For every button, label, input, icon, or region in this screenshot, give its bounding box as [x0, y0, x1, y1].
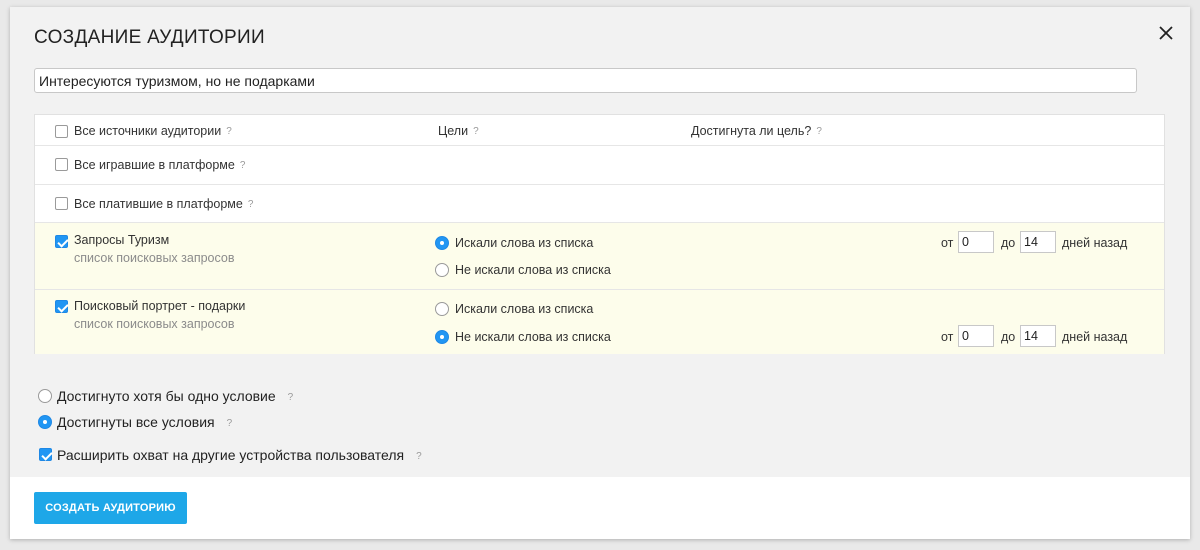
create-audience-dialog: СОЗДАНИЕ АУДИТОРИИ Все источники аудитор…: [10, 7, 1190, 539]
help-icon[interactable]: ?: [227, 418, 233, 429]
gifts-not-searched-label: Не искали слова из списка: [455, 330, 611, 344]
help-icon[interactable]: ?: [473, 126, 479, 137]
gifts-portrait-label: Поисковый портрет - подарки: [74, 299, 246, 313]
table-row: Поисковый портрет - подарки список поиск…: [35, 290, 1164, 354]
all-sources-label: Все источники аудитории?: [74, 124, 232, 138]
all-paid-label: Все платившие в платформе?: [74, 197, 254, 211]
any-condition-label: Достигнуто хотя бы одно условие?: [57, 388, 294, 404]
help-icon[interactable]: ?: [240, 160, 246, 171]
gifts-searched-label: Искали слова из списка: [455, 302, 594, 316]
expand-devices-label: Расширить охват на другие устройства пол…: [57, 447, 422, 463]
gifts-not-searched-radio[interactable]: [435, 330, 449, 344]
help-icon[interactable]: ?: [226, 126, 232, 137]
tourism-searched-label: Искали слова из списка: [455, 236, 594, 250]
from-label: от: [941, 236, 954, 250]
close-icon[interactable]: [1156, 23, 1176, 43]
tourism-queries-sublabel: список поисковых запросов: [74, 251, 235, 265]
tourism-from-input[interactable]: [958, 231, 994, 253]
tourism-to-input[interactable]: [1020, 231, 1056, 253]
tourism-not-searched-label: Не искали слова из списка: [455, 263, 611, 277]
tourism-searched-radio[interactable]: [435, 236, 449, 250]
gifts-portrait-sublabel: список поисковых запросов: [74, 317, 235, 331]
help-icon[interactable]: ?: [288, 392, 294, 403]
tourism-queries-label: Запросы Туризм: [74, 233, 170, 247]
create-audience-button[interactable]: СОЗДАТЬ АУДИТОРИЮ: [34, 492, 187, 524]
goals-header: Цели?: [438, 124, 479, 138]
to-label: до: [1001, 236, 1016, 250]
audience-name-input[interactable]: [34, 68, 1137, 93]
tourism-queries-checkbox[interactable]: [55, 235, 68, 248]
help-icon[interactable]: ?: [816, 126, 822, 137]
all-played-label: Все игравшие в платформе?: [74, 158, 246, 172]
gifts-portrait-checkbox[interactable]: [55, 300, 68, 313]
gifts-from-input[interactable]: [958, 325, 994, 347]
table-row: Все платившие в платформе?: [35, 185, 1164, 223]
dialog-title: СОЗДАНИЕ АУДИТОРИИ: [34, 27, 265, 48]
any-condition-radio[interactable]: [38, 389, 52, 403]
dialog-footer: СОЗДАТЬ АУДИТОРИЮ: [10, 477, 1190, 539]
to-label: до: [1001, 330, 1016, 344]
all-played-checkbox[interactable]: [55, 158, 68, 171]
table-header: Все источники аудитории? Цели? Достигнут…: [35, 115, 1164, 146]
expand-devices-checkbox[interactable]: [39, 448, 52, 461]
all-conditions-radio[interactable]: [38, 415, 52, 429]
help-icon[interactable]: ?: [248, 199, 254, 210]
audience-sources-table: Все источники аудитории? Цели? Достигнут…: [34, 114, 1165, 354]
days-ago-label: дней назад: [1062, 236, 1128, 250]
table-row: Все игравшие в платформе?: [35, 146, 1164, 185]
all-paid-checkbox[interactable]: [55, 197, 68, 210]
all-conditions-label: Достигнуты все условия?: [57, 414, 233, 430]
days-ago-label: дней назад: [1062, 330, 1128, 344]
table-row: Запросы Туризм список поисковых запросов…: [35, 223, 1164, 290]
gifts-searched-radio[interactable]: [435, 302, 449, 316]
from-label: от: [941, 330, 954, 344]
tourism-not-searched-radio[interactable]: [435, 263, 449, 277]
goal-reached-header: Достигнута ли цель??: [691, 124, 822, 138]
help-icon[interactable]: ?: [416, 451, 422, 462]
gifts-to-input[interactable]: [1020, 325, 1056, 347]
all-sources-checkbox[interactable]: [55, 125, 68, 138]
